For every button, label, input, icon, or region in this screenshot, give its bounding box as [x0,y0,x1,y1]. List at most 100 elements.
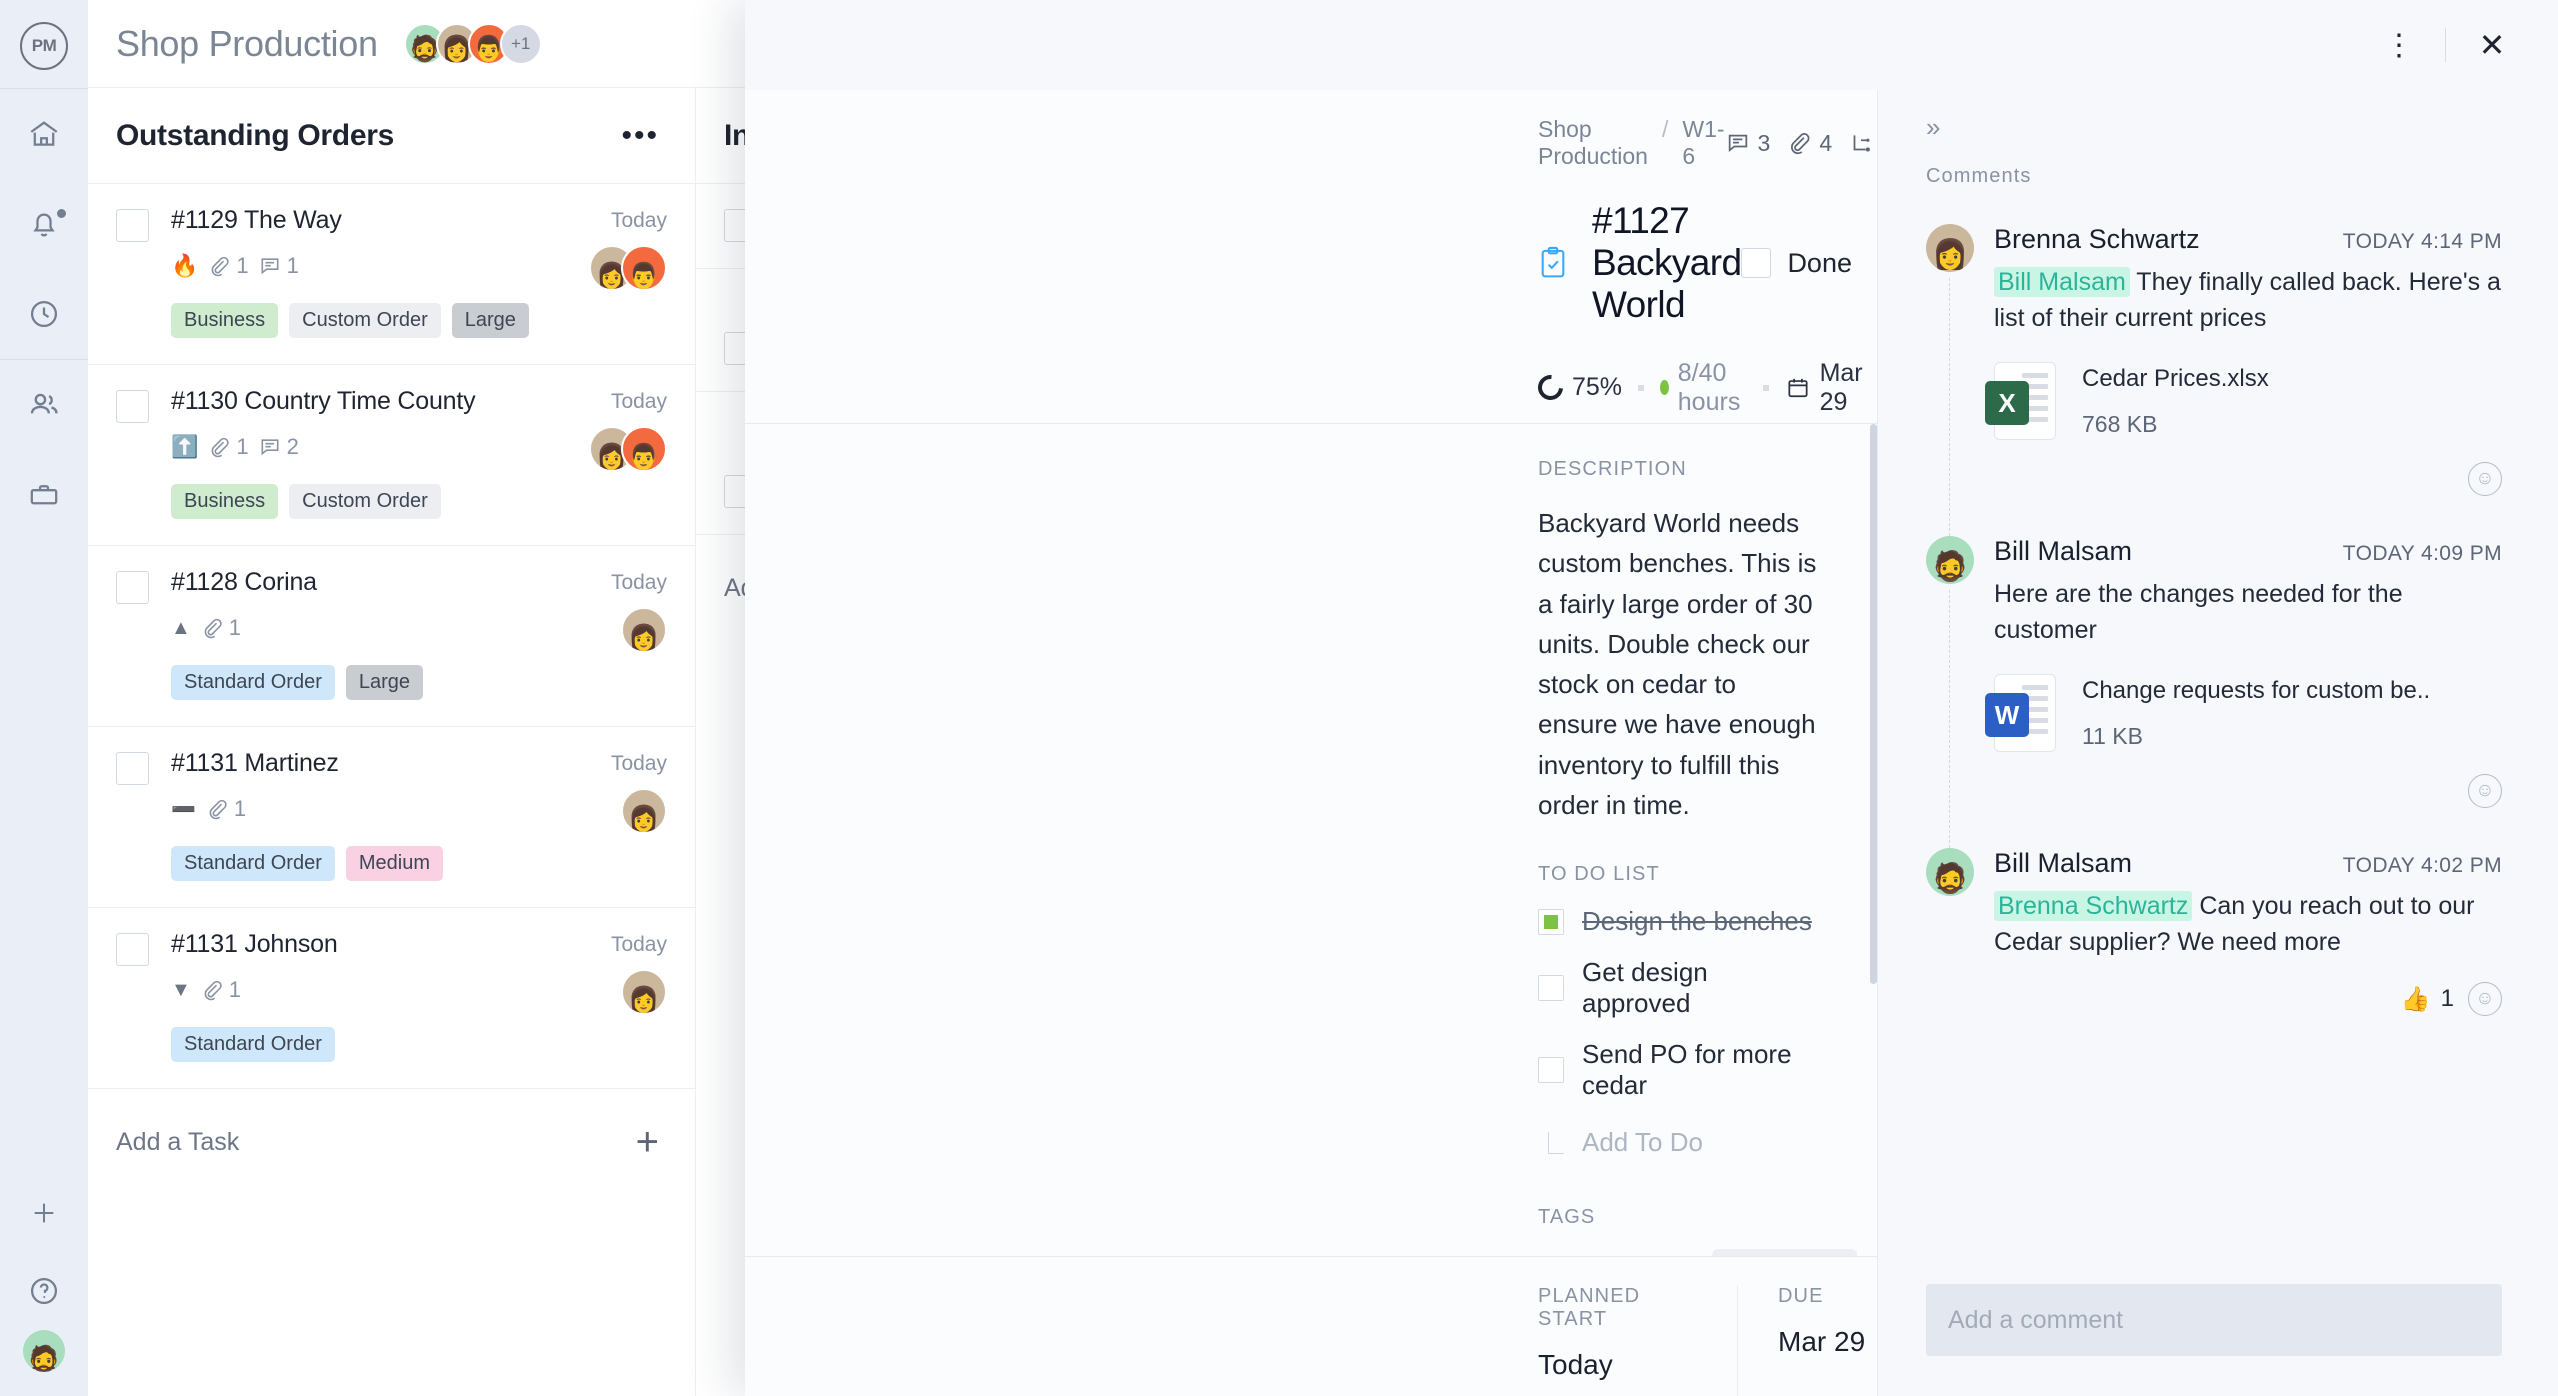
add-task-row[interactable]: Add a Task + [88,1089,695,1195]
todo-checkbox[interactable] [1538,975,1564,1002]
todo-item[interactable]: Get design approved [1538,957,1817,1019]
task-card[interactable]: #1131 Martinez ➖ 1 Standard Order Medium [88,727,695,908]
modal-body: Shop Production / W1-6 3 4 #1127 Backyar… [745,90,2558,1396]
tag-chip[interactable]: Custom Order ✕ [1711,1249,1858,1256]
column-outstanding-orders: Outstanding Orders ••• #1129 The Way 🔥 1 [88,88,696,1396]
task-name: #1128 Corina [171,568,317,596]
breadcrumb: Shop Production / W1-6 [1538,116,1725,170]
calendar-icon [1785,375,1811,401]
add-icon[interactable] [0,1174,88,1252]
comment-attachment[interactable]: W Change requests for custom be.. 11 KB [1985,674,2502,752]
tag: Standard Order [171,1027,335,1062]
xlsx-file-icon: X [1985,362,2056,440]
app-logo[interactable]: PM [20,22,68,70]
home-icon[interactable] [0,89,88,179]
attachment-name[interactable]: Cedar Prices.xlsx [2082,365,2269,393]
task-checkbox[interactable] [116,209,149,242]
comment-author: Brenna Schwartz [1994,224,2200,254]
page-title: Shop Production [116,22,378,64]
attachment-name[interactable]: Change requests for custom be.. [2082,677,2430,705]
add-todo-placeholder: Add To Do [1582,1127,1703,1158]
close-icon[interactable]: ✕ [2460,13,2524,77]
task-due-date: Today [610,571,667,594]
field-planned-start[interactable]: Planned Start Today [1538,1285,1738,1396]
task-card[interactable]: #1131 Johnson ▼ 1 Standard Order Today 👩 [88,908,695,1089]
comment-text: Bill Malsam They finally called back. He… [1994,265,2502,336]
help-icon[interactable] [0,1252,88,1330]
task-detail-scroll[interactable]: Description Backyard World needs custom … [745,424,1877,1256]
done-checkbox[interactable] [1741,248,1772,278]
comment-item: 👩 Brenna Schwartz Today 4:14 PM Bill Mal… [1926,224,2502,536]
comment-text: Brenna Schwartz Can you reach out to our… [1994,889,2502,960]
hours-field[interactable]: 8/40 hours [1660,359,1747,417]
task-assignees[interactable]: 👩 👨 [589,245,667,291]
task-assignees[interactable]: 👩 👨 [589,426,667,472]
people-icon[interactable] [0,360,88,450]
avatar-overflow-count: +1 [499,22,542,65]
progress-value: 75% [1572,373,1623,401]
bell-icon[interactable] [0,179,88,269]
task-assignees[interactable]: 👩 [621,969,667,1015]
add-reaction-icon[interactable]: ☺ [2468,774,2502,808]
comments-pane: » Comments 👩 Brenna Schwartz Today 4:14 … [1878,90,2558,1396]
tags-section: Tags Business ✕ Custom Order ✕ L [1538,1158,1858,1256]
docx-file-icon: W [1985,674,2056,752]
clock-icon[interactable] [0,269,88,359]
add-reaction-icon[interactable]: ☺ [2468,982,2502,1016]
task-meta: ➖ 1 [171,792,547,826]
todo-item[interactable]: Design the benches [1538,906,1817,937]
add-reaction-icon[interactable]: ☺ [2468,462,2502,496]
task-checkbox[interactable] [116,390,149,423]
todo-checkbox[interactable] [1538,1057,1564,1084]
task-title-row: #1127 Backyard World Done [1538,200,1852,326]
task-title[interactable]: #1127 Backyard World [1592,200,1742,326]
task-tags: Standard Order [171,1027,547,1062]
comment-count[interactable]: 3 [1725,130,1770,157]
briefcase-icon[interactable] [0,450,88,540]
reaction-count: 1 [2440,985,2454,1012]
task-due-date: Today [610,933,667,956]
comment-input[interactable]: Add a comment [1926,1284,2502,1356]
reaction-thumbs-up[interactable]: 👍 1 [2401,985,2454,1014]
add-task-plus-icon[interactable]: + [636,1120,659,1165]
tag: Standard Order [171,665,335,700]
avatar: 👩 [621,969,667,1015]
mention[interactable]: Brenna Schwartz [1994,891,2193,921]
comment-attachment[interactable]: X Cedar Prices.xlsx 768 KB [1985,362,2502,440]
hours-value: 8/40 hours [1677,358,1741,416]
add-todo-row[interactable]: Add To Do [1538,1127,1817,1158]
task-checkbox[interactable] [116,933,149,966]
mention[interactable]: Bill Malsam [1994,267,2130,297]
task-card[interactable]: #1129 The Way 🔥 1 1 Business Custom Orde… [88,184,695,365]
task-card[interactable]: #1130 Country Time County ⬆️ 1 2 Busines… [88,365,695,546]
done-toggle[interactable]: Done [1741,248,1852,279]
done-label: Done [1787,247,1852,278]
user-avatar[interactable]: 🧔 [23,1330,65,1372]
detail-scrollbar[interactable] [1870,424,1877,984]
due-date-field[interactable]: Mar 29 [1785,359,1863,417]
todo-checkbox[interactable] [1538,908,1564,935]
app-root: PM 🧔 Shop Production 🧔 👩 👨 +1 Outstandin… [0,0,2558,1396]
avatar[interactable]: 👩 [1926,224,1974,272]
avatar[interactable]: 🧔 [1926,536,1974,584]
progress-field[interactable]: 75% [1532,369,1623,406]
breadcrumb-item-board[interactable]: W1-6 [1682,116,1724,170]
column-menu-icon[interactable]: ••• [621,120,659,150]
todo-item[interactable]: Send PO for more cedar [1538,1039,1817,1101]
rail-group-secondary [0,360,88,540]
task-card-right: Today 👩 👨 [547,387,667,519]
breadcrumb-item-project[interactable]: Shop Production [1538,116,1648,170]
description-text[interactable]: Backyard World needs custom benches. Thi… [1538,503,1817,825]
task-assignees[interactable]: 👩 [621,607,667,653]
expand-comments-icon[interactable]: » [1878,90,2558,143]
board-member-avatars[interactable]: 🧔 👩 👨 +1 [403,22,542,65]
tag: Medium [345,846,443,881]
task-checkbox[interactable] [116,571,149,604]
task-checkbox[interactable] [116,752,149,785]
task-card-body: #1130 Country Time County ⬆️ 1 2 Busines… [171,387,547,519]
attachment-count[interactable]: 4 [1786,130,1832,157]
avatar[interactable]: 🧔 [1926,848,1974,896]
task-assignees[interactable]: 👩 [621,788,667,834]
more-options-icon[interactable]: ⋮ [2367,13,2431,77]
task-card[interactable]: #1128 Corina ▲ 1 Standard Order Large To… [88,546,695,727]
